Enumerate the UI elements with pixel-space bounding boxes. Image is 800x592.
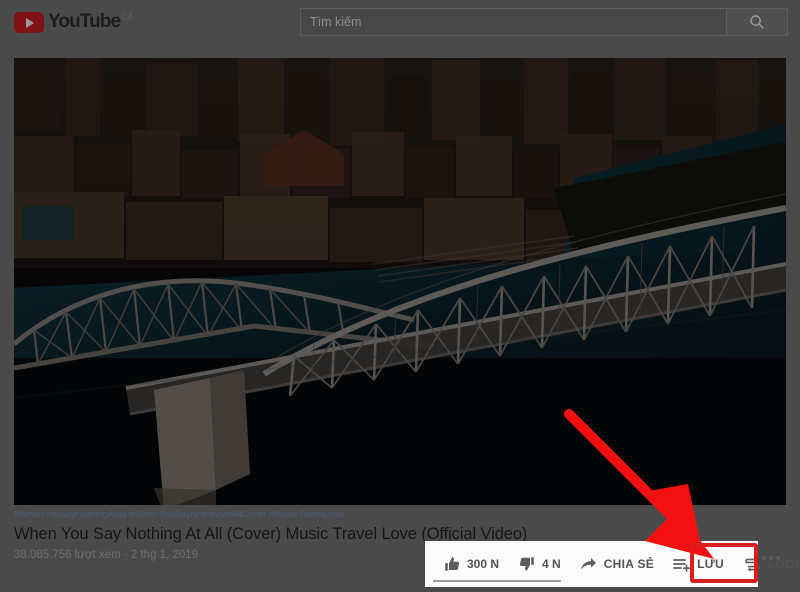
page-header: YouTube CA [0,0,800,44]
youtube-logo[interactable]: YouTube CA [14,11,134,33]
youtube-watch-page: YouTube CA Tìm kiếm #WhenYouSayNothingAt… [0,0,800,592]
video-action-bar: 300 N 4 N CHIA SẺ LƯU LOOP [425,541,800,587]
loop-repeat-icon [743,555,762,574]
save-label: LƯU [697,557,724,571]
loop-button[interactable]: LOOP [733,547,800,581]
more-horizontal-icon-dot [769,556,773,560]
playlist-add-icon [672,555,691,574]
video-hashtags[interactable]: #WhenYouSayNothingAtAll #WhenYouSayNothi… [14,509,614,521]
more-horizontal-icon-dot [762,556,766,560]
video-player[interactable] [14,58,786,505]
share-button[interactable]: CHIA SẺ [570,547,663,581]
action-bar-scroll-indicator[interactable] [433,580,561,582]
search-button[interactable] [726,8,788,36]
like-button[interactable]: 300 N [433,547,508,581]
like-count: 300 N [467,557,500,571]
share-arrow-icon [579,555,598,574]
save-button[interactable]: LƯU [663,547,733,581]
more-horizontal-icon-dot [776,556,780,560]
search-bar [300,8,788,36]
dislike-button[interactable]: 4 N [508,547,570,581]
dislike-count: 4 N [542,557,561,571]
youtube-play-icon [14,12,44,33]
video-frame-image [14,58,786,505]
thumbs-down-icon [517,555,536,574]
youtube-country-code: CA [121,12,134,22]
more-actions-button[interactable] [762,556,780,560]
search-input[interactable] [300,8,726,36]
youtube-logo-text: YouTube [48,11,121,32]
share-label: CHIA SẺ [603,557,655,571]
thumbs-up-icon [442,555,461,574]
search-icon [749,14,765,30]
